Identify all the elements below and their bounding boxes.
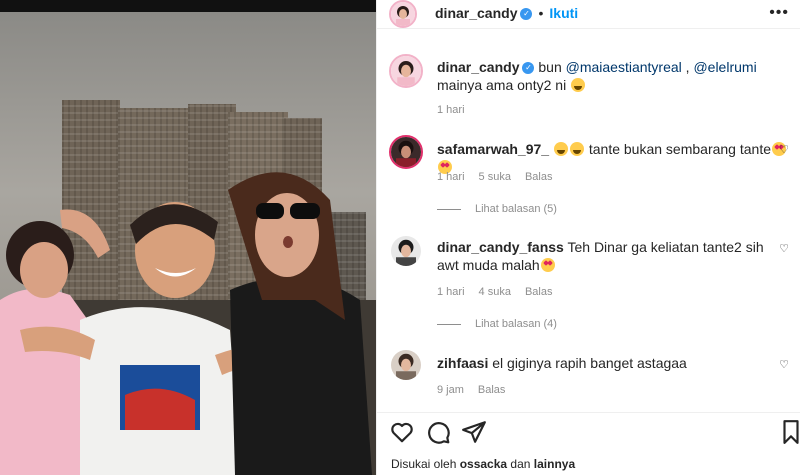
comment-author[interactable]: dinar_candy_fanss [437,239,564,255]
grinning-emoji-icon [553,142,568,156]
follow-button[interactable]: Ikuti [549,5,578,21]
comment-body: tante bukan sembarang tante [588,141,771,157]
liked-by-mid: dan [507,457,534,471]
separator-dot: • [538,5,544,21]
comment-like-heart-icon[interactable]: ♡ [779,143,789,156]
view-replies-button[interactable]: Lihat balasan (5) [437,203,557,215]
replies-divider [437,208,461,210]
author-username[interactable]: dinar_candy [435,5,517,21]
laughing-emoji-icon [571,78,586,92]
comment-like-heart-icon[interactable]: ♡ [779,358,789,371]
grinning-emoji-icon [569,142,584,156]
comment-likes[interactable]: 5 suka [479,171,511,183]
reply-button[interactable]: Balas [478,384,506,396]
post-photo[interactable] [0,0,376,475]
view-replies-label: Lihat balasan (4) [475,318,557,330]
commenter-avatar[interactable] [389,135,423,169]
reply-button[interactable]: Balas [525,286,553,298]
comment-body: el giginya rapih banget astagaa [492,355,687,371]
mention-link[interactable]: @elelrumi [693,59,756,75]
comment-icon[interactable] [425,419,451,445]
comment-author[interactable]: safamarwah_97_ [437,141,549,157]
comment-text: zihfaasi el giginya rapih banget astagaa [437,354,789,372]
caption-meta: 1 hari [437,104,479,116]
replies-divider [437,323,461,325]
caption: dinar_candy ✓ bun @maiaestiantyreal , @el… [377,52,800,122]
comment-time: 1 hari [437,286,465,298]
comment-meta: 1 hari 5 suka Balas [437,171,566,183]
caption-text: dinar_candy ✓ bun @maiaestiantyreal , @el… [437,58,789,94]
comment-time: 1 hari [437,171,465,183]
verified-icon: ✓ [520,7,533,20]
liked-by-prefix: Disukai oleh [391,457,460,471]
share-icon[interactable] [461,419,487,445]
reply-button[interactable]: Balas [525,171,553,183]
comment-item: zihfaasi el giginya rapih banget astagaa… [377,350,800,400]
caption-time: 1 hari [437,104,465,116]
liked-by-user[interactable]: ossacka [460,457,507,471]
commenter-avatar[interactable] [391,236,421,266]
comment-time: 9 jam [437,384,464,396]
comment-author[interactable]: zihfaasi [437,355,488,371]
heart-icon[interactable] [389,419,415,445]
post-header: dinar_candy ✓ • Ikuti ••• [377,0,800,29]
heart-eyes-emoji-icon [540,258,555,272]
bookmark-icon[interactable] [781,419,800,445]
liked-by-text: Disukai oleh ossacka dan lainnya [391,457,575,471]
caption-suffix: mainya ama onty2 ni [437,77,567,93]
comment-text: dinar_candy_fanss Teh Dinar ga keliatan … [437,238,789,274]
caption-prefix: bun [538,59,566,75]
caption-mid: , [681,59,694,75]
header-author-line: dinar_candy ✓ • Ikuti [435,5,578,23]
commenter-avatar[interactable] [391,350,421,380]
post-sidebar: dinar_candy ✓ • Ikuti ••• dinar_candy ✓ bun … [376,0,800,475]
caption-author[interactable]: dinar_candy [437,59,519,75]
view-replies-label: Lihat balasan (5) [475,203,557,215]
comment-item: dinar_candy_fanss Teh Dinar ga keliatan … [377,236,800,336]
comment-meta: 1 hari 4 suka Balas [437,286,566,298]
comment-likes[interactable]: 4 suka [479,286,511,298]
comment-like-heart-icon[interactable]: ♡ [779,242,789,255]
post-actions: Disukai oleh ossacka dan lainnya [377,412,800,476]
verified-icon: ✓ [522,62,535,75]
view-replies-button[interactable]: Lihat balasan (4) [437,318,557,330]
people-silhouettes [0,172,372,475]
more-options-icon[interactable]: ••• [769,4,789,22]
caption-avatar[interactable] [389,54,423,88]
mention-link[interactable]: @maiaestiantyreal [566,59,682,75]
author-avatar[interactable] [389,0,417,28]
comment-item: safamarwah_97_ tante bukan sembarang tan… [377,135,800,225]
comment-meta: 9 jam Balas [437,384,519,396]
liked-by-others[interactable]: lainnya [534,457,575,471]
